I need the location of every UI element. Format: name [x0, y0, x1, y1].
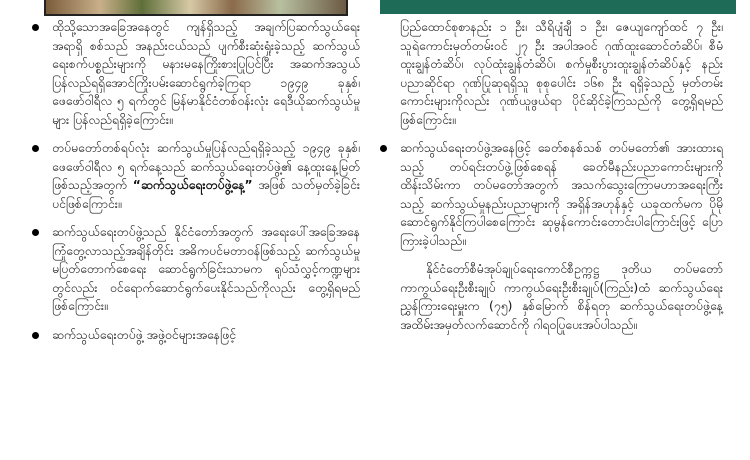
indented-paragraph: နိုင်ငံတော်စီမံအုပ်ချုပ်ရေးကောင်စီဥက္ကဋ္…	[378, 260, 723, 334]
bullet-paragraph: ဆက်သွယ်ရေးတပ်ဖွဲ့သည် နိုင်ငံတော်အတွက် အရ…	[30, 223, 360, 316]
paragraph-text: ထိုသို့သောအခြေအနေတွင် ကျန်ရှိသည့် အချက်ပ…	[52, 20, 360, 127]
bullet-paragraph: ဆက်သွယ်ရေးတပ်ဖွဲ့အနေဖြင့် ခေတ်စနစ်သစ် တပ…	[378, 139, 723, 250]
bullet-icon	[32, 24, 39, 31]
paragraph-text: ပြည်ထောင်စုစာနည်း ၁ ဦး၊ သီရိပျံချီ ၁ ဦး၊…	[400, 20, 723, 127]
paragraph-text: ဆက်သွယ်ရေးတပ်ဖွဲ့သည် နိုင်ငံတော်အတွက် အရ…	[52, 225, 360, 313]
top-photo	[44, 0, 348, 16]
paragraph-text: ဆက်သွယ်ရေးတပ်ဖွဲ့အနေဖြင့် ခေတ်စနစ်သစ် တပ…	[400, 141, 723, 248]
header-band	[380, 0, 736, 14]
left-column: ထိုသို့သောအခြေအနေတွင် ကျန်ရှိသည့် အချက်ပ…	[30, 18, 360, 354]
bullet-icon	[380, 145, 387, 152]
bullet-icon	[32, 145, 39, 152]
paragraph-text: နိုင်ငံတော်စီမံအုပ်ချုပ်ရေးကောင်စီဥက္ကဋ္…	[400, 262, 723, 332]
bullet-icon	[32, 229, 39, 236]
bullet-icon	[32, 331, 39, 339]
paragraph-text: ဆက်သွယ်ရေးတပ်ဖွဲ့ အဖွဲ့ဝင်များအနေဖြင့်	[52, 327, 236, 342]
continued-paragraph: ပြည်ထောင်စုစာနည်း ၁ ဦး၊ သီရိပျံချီ ၁ ဦး၊…	[378, 18, 723, 129]
right-column: ပြည်ထောင်စုစာနည်း ၁ ဦး၊ သီရိပျံချီ ၁ ဦး၊…	[378, 18, 723, 344]
bullet-paragraph: ထိုသို့သောအခြေအနေတွင် ကျန်ရှိသည့် အချက်ပ…	[30, 18, 360, 129]
bullet-paragraph: တပ်မတော်တစ်ရပ်လုံး ဆက်သွယ်မှုပြန်လည်ရရှိ…	[30, 139, 360, 213]
signal-corps-day-bold: “ဆက်သွယ်ရေးတပ်ဖွဲ့နေ့”	[132, 178, 253, 192]
bullet-paragraph: ဆက်သွယ်ရေးတပ်ဖွဲ့ အဖွဲ့ဝင်များအနေဖြင့်	[30, 326, 360, 345]
